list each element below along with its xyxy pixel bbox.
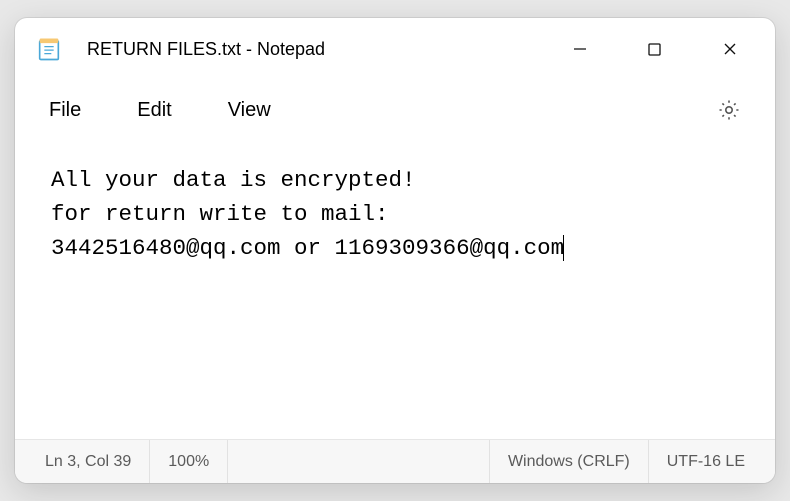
notepad-window: RETURN FILES.txt - Notepad File Edit Vie… (15, 18, 775, 483)
titlebar[interactable]: RETURN FILES.txt - Notepad (15, 18, 775, 80)
editor-content: All your data is encrypted! for return w… (51, 167, 564, 261)
menu-edit[interactable]: Edit (133, 95, 175, 126)
status-line-ending: Windows (CRLF) (490, 440, 649, 483)
settings-button[interactable] (715, 96, 743, 124)
window-title: RETURN FILES.txt - Notepad (87, 39, 542, 60)
menu-file[interactable]: File (45, 95, 85, 126)
text-editor[interactable]: All your data is encrypted! for return w… (15, 140, 775, 439)
status-encoding: UTF-16 LE (649, 440, 763, 483)
status-position: Ln 3, Col 39 (27, 440, 150, 483)
menubar: File Edit View (15, 80, 775, 140)
window-controls (542, 18, 767, 80)
close-icon (723, 42, 737, 56)
maximize-icon (648, 43, 661, 56)
statusbar: Ln 3, Col 39 100% Windows (CRLF) UTF-16 … (15, 439, 775, 483)
gear-icon (717, 98, 741, 122)
menu-view[interactable]: View (224, 95, 275, 126)
text-caret (563, 235, 564, 261)
status-zoom[interactable]: 100% (150, 440, 228, 483)
close-button[interactable] (692, 18, 767, 80)
notepad-icon (35, 35, 63, 63)
minimize-button[interactable] (542, 18, 617, 80)
minimize-icon (573, 42, 587, 56)
maximize-button[interactable] (617, 18, 692, 80)
